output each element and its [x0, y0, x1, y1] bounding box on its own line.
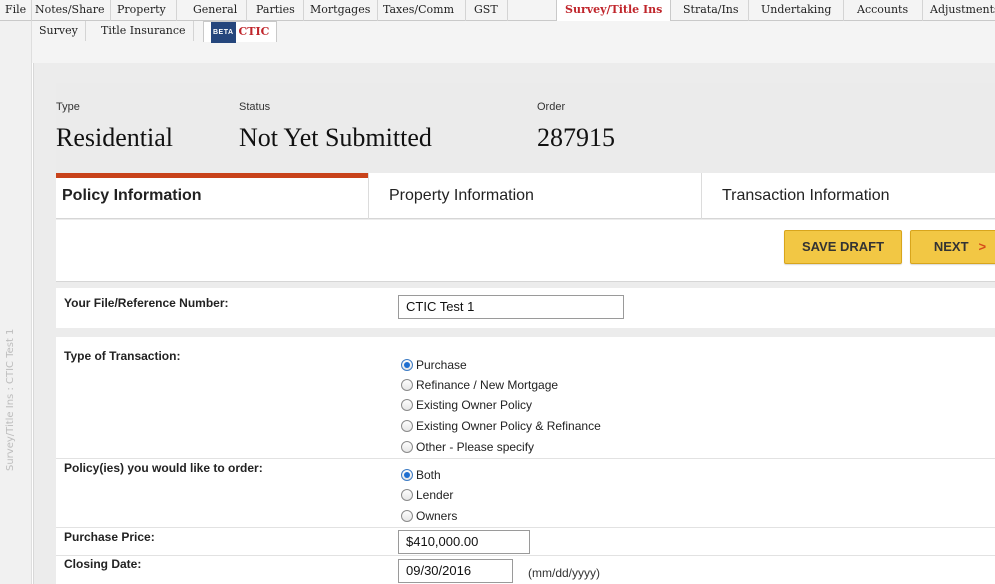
file-reference-label: Your File/Reference Number:: [64, 296, 229, 310]
radio-unselected-icon: [401, 510, 413, 522]
radio-existing-owner-policy[interactable]: Existing Owner Policy: [401, 396, 532, 414]
sub-tab-bar: Survey Title Insurance BETA CTIC: [32, 21, 995, 63]
transaction-type-label: Type of Transaction:: [64, 349, 181, 363]
side-strip: Survey/Title Ins : CTIC Test 1: [0, 21, 32, 584]
radio-label: Existing Owner Policy: [416, 398, 533, 412]
radio-existing-owner-refinance[interactable]: Existing Owner Policy & Refinance: [401, 417, 601, 435]
status-value: Not Yet Submitted: [239, 123, 432, 152]
top-tab-bar: File Notes/Share Property General Partie…: [0, 0, 995, 22]
step-policy-information[interactable]: Policy Information: [62, 173, 202, 219]
radio-label: Both: [416, 468, 441, 482]
row-divider: [56, 527, 995, 528]
policy-details-section: Type of Transaction: Purchase Refinance …: [56, 337, 995, 584]
subtab-survey[interactable]: Survey: [32, 21, 86, 41]
radio-selected-icon: [401, 469, 413, 481]
policies-label: Policy(ies) you would like to order:: [64, 461, 263, 475]
radio-label: Refinance / New Mortgage: [416, 378, 559, 392]
tab-adjustments[interactable]: Adjustments: [916, 0, 995, 21]
step-divider: [368, 173, 369, 219]
file-reference-input[interactable]: CTIC Test 1: [398, 295, 624, 319]
purchase-price-label: Purchase Price:: [64, 530, 155, 544]
row-divider: [56, 555, 995, 556]
tab-property[interactable]: Property: [107, 0, 177, 21]
tab-taxes-comm[interactable]: Taxes/Comm: [372, 0, 467, 21]
order-label: Order: [537, 101, 566, 113]
radio-selected-icon: [401, 359, 413, 371]
radio-owners[interactable]: Owners: [401, 507, 457, 525]
step-property-information[interactable]: Property Information: [389, 173, 534, 219]
radio-lender[interactable]: Lender: [401, 486, 453, 504]
tab-parties[interactable]: Parties: [248, 0, 304, 21]
radio-refinance[interactable]: Refinance / New Mortgage: [401, 376, 558, 394]
tab-strata-ins[interactable]: Strata/Ins: [674, 0, 749, 21]
radio-both[interactable]: Both: [401, 466, 441, 484]
file-reference-section: Your File/Reference Number: CTIC Test 1: [56, 288, 995, 328]
purchase-price-input[interactable]: $410,000.00: [398, 530, 530, 554]
tab-general[interactable]: General: [184, 0, 248, 21]
radio-label: Existing Owner Policy & Refinance: [416, 419, 601, 433]
radio-purchase[interactable]: Purchase: [401, 356, 467, 374]
tab-mortgages[interactable]: Mortgages: [303, 0, 379, 21]
tab-notes-share[interactable]: Notes/Share: [29, 0, 112, 21]
type-label: Type: [56, 101, 80, 113]
subtab-ctic-label: CTIC: [238, 25, 270, 38]
tab-undertaking[interactable]: Undertaking: [749, 0, 845, 21]
radio-other[interactable]: Other - Please specify: [401, 438, 534, 456]
type-value: Residential: [56, 123, 173, 152]
radio-unselected-icon: [401, 399, 413, 411]
subtab-ctic[interactable]: BETA CTIC: [203, 21, 278, 43]
next-button[interactable]: NEXT >: [910, 230, 995, 264]
save-draft-button[interactable]: SAVE DRAFT: [784, 230, 902, 264]
action-bar: SAVE DRAFT NEXT >: [56, 220, 995, 282]
order-header: Type Residential Status Not Yet Submitte…: [56, 83, 995, 173]
closing-date-label: Closing Date:: [64, 557, 142, 571]
next-label: NEXT: [933, 239, 969, 254]
order-number: 287915: [537, 123, 615, 152]
tab-gst[interactable]: GST: [465, 0, 508, 21]
side-label: Survey/Title Ins : CTIC Test 1: [5, 328, 16, 471]
tab-survey-title-ins[interactable]: Survey/Title Ins: [556, 0, 672, 22]
radio-unselected-icon: [401, 420, 413, 432]
radio-unselected-icon: [401, 379, 413, 391]
wizard-steps: Policy Information Property Information …: [56, 173, 995, 219]
radio-label: Owners: [416, 509, 458, 523]
ctic-panel: Type Residential Status Not Yet Submitte…: [33, 63, 995, 584]
radio-label: Purchase: [416, 358, 467, 372]
app-window: File Notes/Share Property General Partie…: [0, 0, 995, 584]
date-format-hint: (mm/dd/yyyy): [528, 566, 600, 580]
step-transaction-information[interactable]: Transaction Information: [722, 173, 889, 219]
tab-file[interactable]: File: [0, 0, 33, 21]
tab-accounts[interactable]: Accounts: [843, 0, 924, 21]
radio-label: Lender: [416, 488, 454, 502]
row-divider: [56, 458, 995, 459]
closing-date-input[interactable]: 09/30/2016: [398, 559, 513, 583]
beta-badge: BETA: [211, 22, 236, 43]
subtab-title-insurance[interactable]: Title Insurance: [94, 21, 194, 41]
status-label: Status: [239, 101, 271, 113]
step-divider: [701, 173, 702, 219]
radio-unselected-icon: [401, 441, 413, 453]
radio-unselected-icon: [401, 489, 413, 501]
radio-label: Other - Please specify: [416, 440, 535, 454]
chevron-right-icon: >: [978, 239, 987, 254]
